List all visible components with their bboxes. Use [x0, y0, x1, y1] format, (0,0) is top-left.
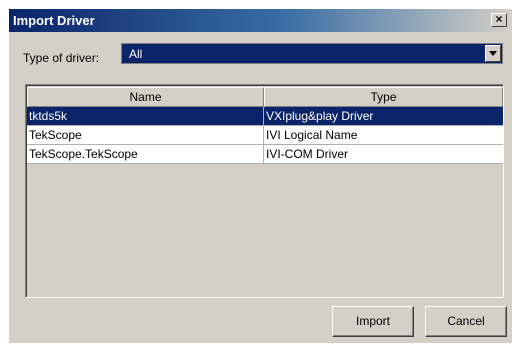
driver-name-cell: TekScope.TekScope [27, 145, 264, 163]
driver-type-value: All [129, 47, 143, 61]
close-button[interactable]: × [491, 13, 507, 27]
title-bar[interactable]: Import Driver × [9, 9, 512, 32]
table-row[interactable]: TekScope IVI Logical Name [27, 126, 503, 145]
import-driver-dialog: Import Driver × Type of driver: All Name… [8, 8, 512, 343]
column-header-name[interactable]: Name [27, 87, 264, 107]
column-header-type[interactable]: Type [264, 87, 503, 107]
driver-type-cell: IVI-COM Driver [266, 147, 348, 161]
close-icon: × [495, 12, 503, 26]
cancel-button[interactable]: Cancel [425, 306, 507, 337]
import-button[interactable]: Import [332, 306, 414, 337]
driver-type-select[interactable]: All [121, 43, 503, 64]
window-title: Import Driver [13, 13, 95, 28]
table-row[interactable]: TekScope.TekScope IVI-COM Driver [27, 145, 503, 164]
chevron-down-icon[interactable] [485, 45, 501, 62]
driver-name-cell: TekScope [27, 126, 264, 144]
driver-type-cell: VXIplug&play Driver [266, 109, 374, 123]
table-row[interactable]: tktds5k VXIplug&play Driver [27, 107, 503, 126]
driver-name-cell: tktds5k [27, 107, 264, 125]
driver-list[interactable]: Name Type tktds5k VXIplug&play Driver Te… [25, 84, 504, 298]
driver-type-cell: IVI Logical Name [266, 128, 358, 142]
driver-type-label: Type of driver: [23, 51, 100, 65]
driver-list-viewport: Name Type tktds5k VXIplug&play Driver Te… [26, 85, 503, 297]
